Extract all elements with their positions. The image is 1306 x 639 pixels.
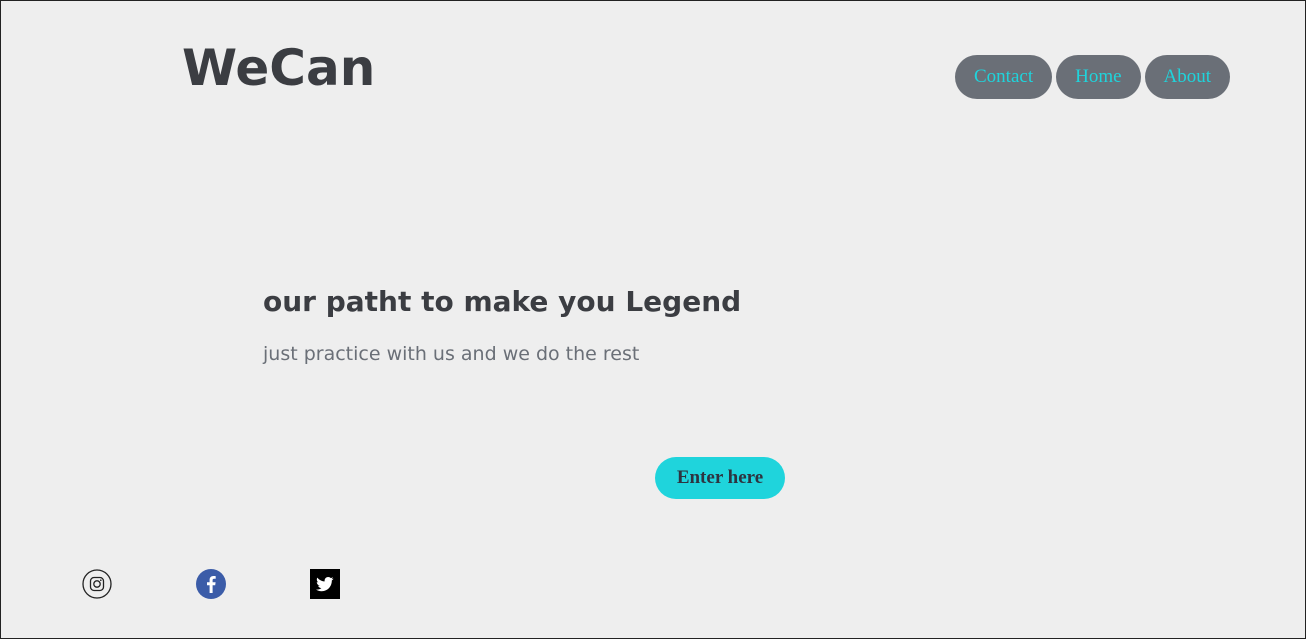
landing-page: WeCan Contact Home About our patht to ma… <box>0 0 1306 639</box>
nav-about-button[interactable]: About <box>1144 55 1231 99</box>
twitter-icon[interactable] <box>310 569 340 599</box>
instagram-icon[interactable] <box>82 569 112 599</box>
site-logo[interactable]: WeCan <box>182 41 375 96</box>
nav-home-button[interactable]: Home <box>1056 55 1141 99</box>
nav-contact-button[interactable]: Contact <box>955 55 1053 99</box>
hero-title: our patht to make you Legend <box>263 285 742 318</box>
facebook-icon[interactable] <box>196 569 226 599</box>
enter-button[interactable]: Enter here <box>655 457 785 499</box>
hero-subtitle: just practice with us and we do the rest <box>263 343 640 365</box>
main-nav: Contact Home About <box>955 55 1231 99</box>
